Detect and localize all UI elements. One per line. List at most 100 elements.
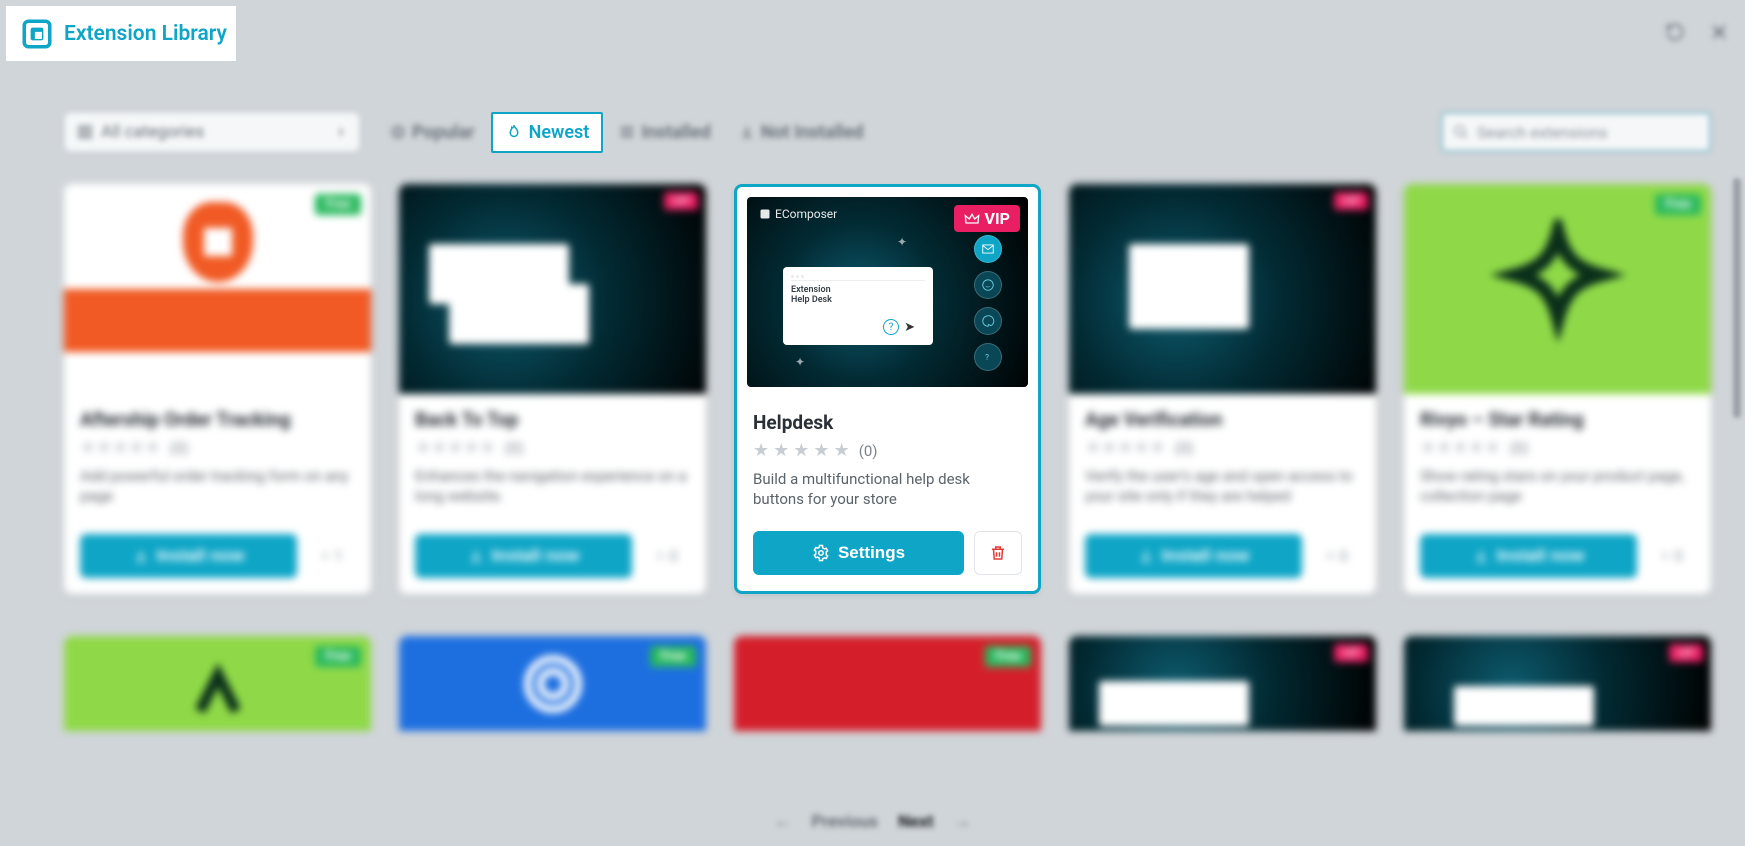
download-icon [468,548,484,564]
sparkle-icon: ✦ [897,235,907,249]
cursor-icon: ➤ [904,320,915,335]
extension-card[interactable]: Free Aftership Order Tracking ★★★★★(0) A… [64,184,371,594]
filter-bar: All categories Popular Newest Installed … [64,106,1711,158]
extension-card[interactable]: VIP [1404,636,1711,731]
app-logo-icon [20,17,54,51]
thumb-mini-window: ExtensionHelp Desk ? ➤ [783,267,933,345]
install-label: Install now [1497,546,1585,566]
card-description: Build a multifunctional help desk button… [753,469,1022,510]
badge-vip: VIP [1334,644,1368,662]
card-thumbnail: EComposer VIP ✦ ✦ ExtensionHelp Desk ? ➤ [737,187,1038,397]
card-title: Aftership Order Tracking [80,408,355,431]
badge-free: Free [650,646,696,667]
download-arrow-icon [319,550,331,562]
help-icon: ? [974,343,1002,371]
thumb-brand: EComposer [759,207,837,221]
card-description: Show rating stars on your product page, … [1420,466,1695,507]
tab-installed-label: Installed [641,122,710,143]
download-icon [133,548,149,564]
download-icon [1473,548,1489,564]
card-description: Add powerful order tracking form on any … [80,466,355,507]
rating-count: (0) [1510,439,1529,457]
pagination-next[interactable]: Next [898,812,934,832]
settings-label: Settings [838,543,905,563]
grid-icon [77,124,93,140]
star-icon: ★ [813,440,829,461]
search-icon [1453,124,1469,140]
star-icon: ★ [773,440,789,461]
rating-count: (0) [505,439,524,457]
card-thumbnail: VIP [1069,184,1376,394]
shield-icon [508,639,598,729]
tab-newest[interactable]: Newest [491,112,604,153]
pagination-next-arrow[interactable]: → [954,812,971,832]
category-select[interactable]: All categories [64,112,360,152]
extension-card[interactable]: VIP Age Verification ★★★★★(0) Verify the… [1069,184,1376,594]
badge-vip: VIP [1334,192,1368,210]
pagination: ← Previous Next → [774,812,970,832]
star-icon: ★ [753,440,769,461]
card-title: Rivyo – Star Rating [1420,408,1695,431]
trash-icon [989,544,1007,562]
tab-popular[interactable]: Popular [378,114,487,151]
messenger-icon [974,307,1002,335]
rating-stars: ★ ★ ★ ★ ★ (0) [753,440,1022,461]
scrollbar[interactable] [1733,178,1741,418]
extension-card[interactable]: VIP [1069,636,1376,731]
search-placeholder: Search extensions [1477,123,1607,142]
tab-newest-label: Newest [529,122,590,143]
tab-installed[interactable]: Installed [607,114,722,151]
download-arrow-icon [1324,550,1336,562]
extension-card[interactable]: Free [734,636,1041,731]
tab-not-installed-label: Not Installed [761,122,864,143]
delete-button[interactable] [974,531,1022,575]
card-title: Age Verification [1085,408,1360,431]
card-description: Verify the user's age and open access to… [1085,466,1360,507]
rating-count: (0) [170,439,189,457]
gear-icon [812,544,830,562]
tab-not-installed[interactable]: Not Installed [727,114,876,151]
category-label: All categories [101,122,204,142]
search-input[interactable]: Search extensions [1441,112,1711,152]
help-icon: ? [883,319,899,335]
badge-free: Free [1655,194,1701,215]
star-icon: ★ [793,440,809,461]
download-count: 0 [1312,534,1360,578]
close-icon[interactable] [1709,22,1729,42]
badge-vip: VIP [954,205,1020,232]
star-icon: ★ [834,440,850,461]
refresh-icon[interactable] [1665,22,1685,42]
badge-vip: VIP [664,192,698,210]
extension-card[interactable]: Free [64,636,371,731]
page-title: Extension Library [64,22,227,46]
card-thumbnail: VIP [399,184,706,394]
header-panel: Extension Library [6,6,236,61]
badge-free: Free [315,646,361,667]
crown-icon [964,212,980,226]
extension-card[interactable]: Free Rivyo – Star Rating ★★★★★(0) Show r… [1404,184,1711,594]
extension-card-helpdesk[interactable]: EComposer VIP ✦ ✦ ExtensionHelp Desk ? ➤ [734,184,1041,594]
install-button[interactable]: Install now [80,534,297,578]
pagination-prev-arrow[interactable]: ← [774,812,791,832]
badge-free: Free [315,194,361,215]
pagination-prev[interactable]: Previous [811,812,878,832]
card-thumbnail: Free [1404,184,1711,394]
install-button[interactable]: Install now [415,534,632,578]
card-thumbnail: Free [64,184,371,394]
shape-icon [173,639,263,729]
sort-arrows-icon [335,124,347,140]
ecomposer-logo-icon [759,208,771,220]
install-label: Install now [1162,546,1250,566]
rating-count: (0) [1175,439,1194,457]
settings-button[interactable]: Settings [753,531,964,575]
download-arrow-icon [1659,550,1671,562]
install-button[interactable]: Install now [1085,534,1302,578]
download-icon [1138,548,1154,564]
extension-card[interactable]: Free [399,636,706,731]
whatsapp-icon [974,271,1002,299]
rating-stars: ★★★★★(0) [1420,437,1695,458]
svg-text:?: ? [985,352,989,362]
install-button[interactable]: Install now [1420,534,1637,578]
rating-count: (0) [859,442,878,460]
extension-card[interactable]: VIP Back To Top ★★★★★(0) Enhances the na… [399,184,706,594]
